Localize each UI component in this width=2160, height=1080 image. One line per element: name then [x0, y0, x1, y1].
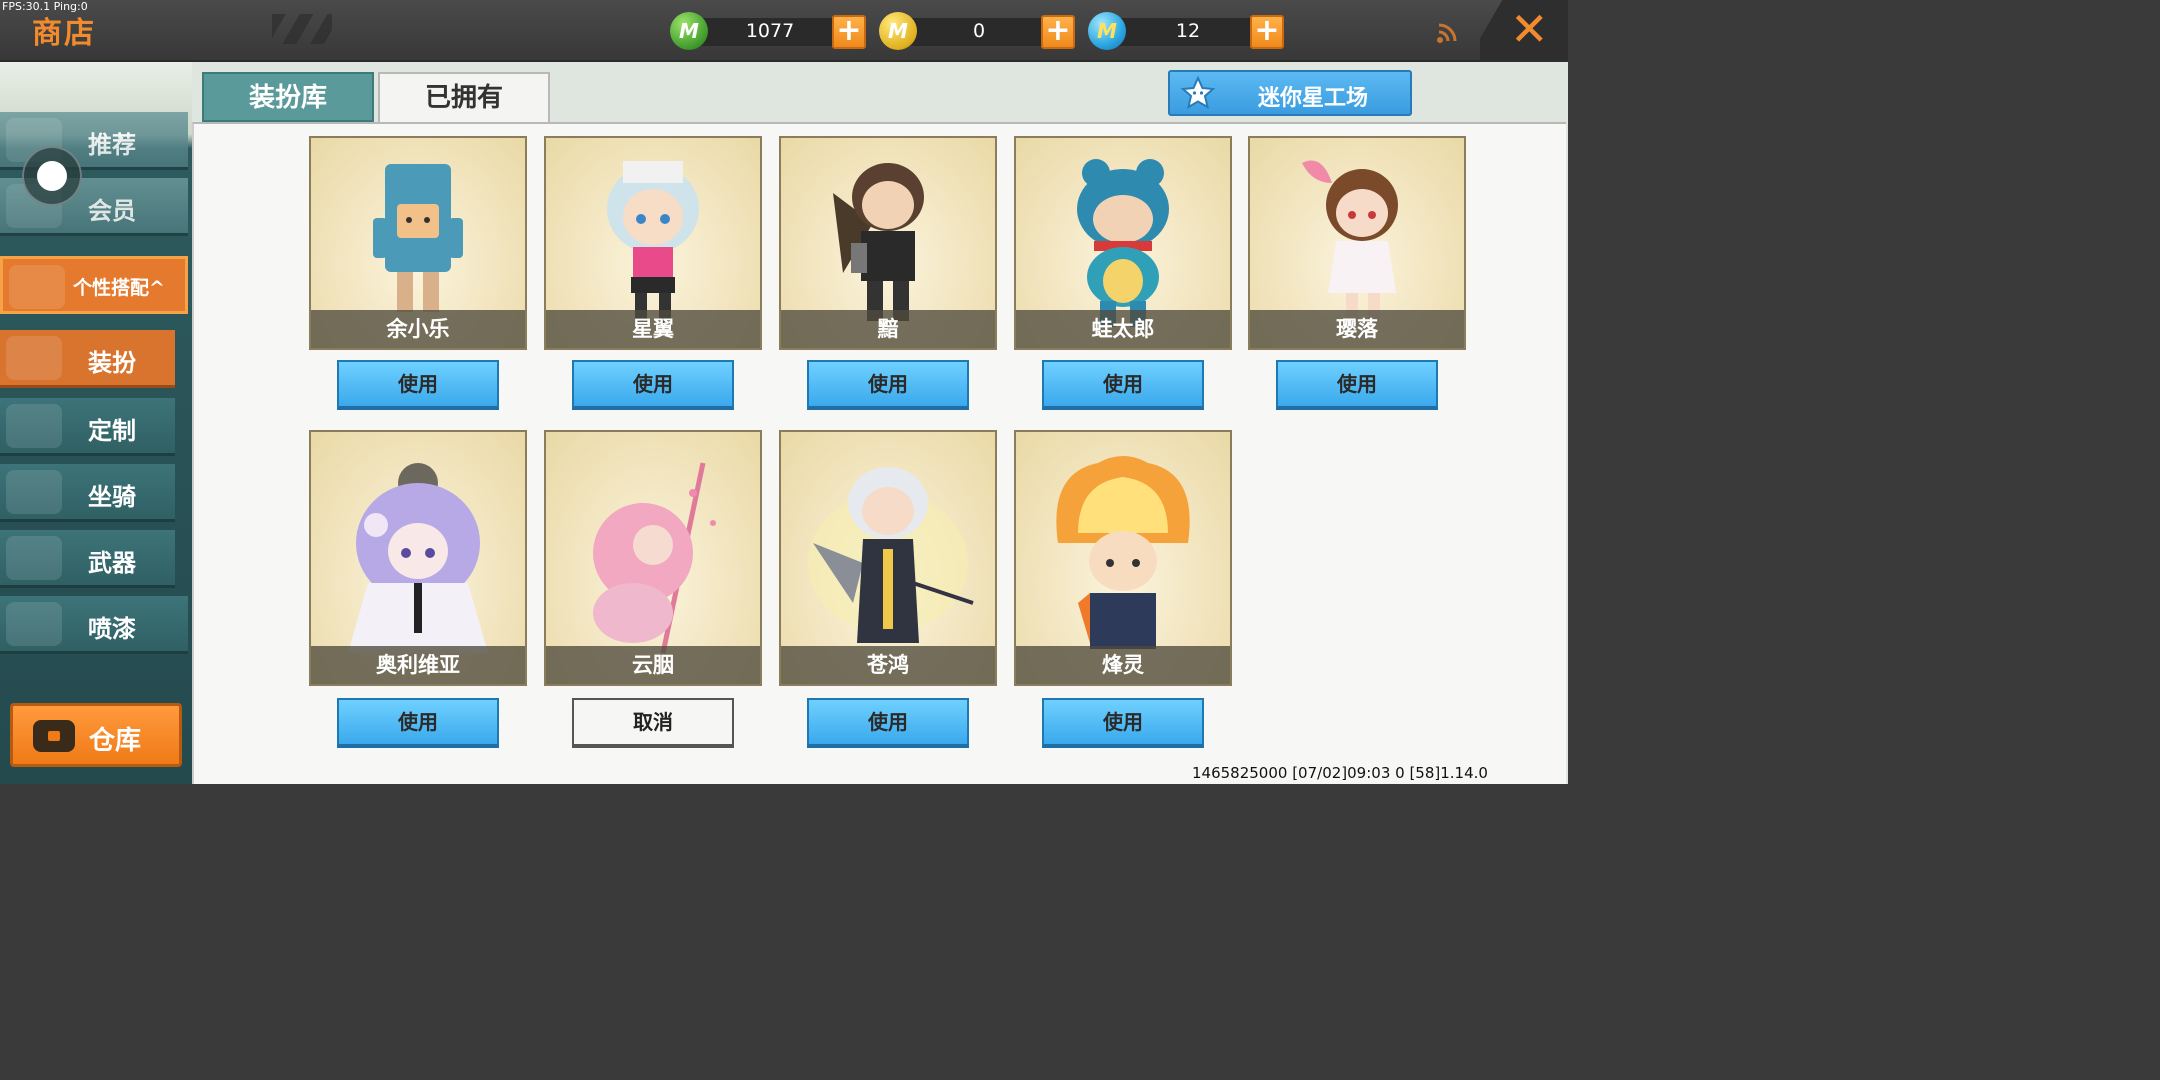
- skin-name: 璎落: [1250, 310, 1464, 348]
- sidebar-group-personal-style[interactable]: 个性搭配^: [0, 256, 188, 314]
- use-button[interactable]: 使用: [1276, 360, 1438, 410]
- sidebar-item-label: 会员: [88, 197, 136, 225]
- skin-card[interactable]: 璎落: [1248, 136, 1466, 350]
- skin-name: 蛙太郎: [1016, 310, 1230, 348]
- signal-icon: [1437, 23, 1457, 43]
- tab-owned[interactable]: 已拥有: [378, 72, 550, 124]
- mini-workshop-label: 迷你星工场: [1258, 86, 1369, 111]
- skin-name: 苍鸿: [781, 646, 995, 684]
- use-button[interactable]: 使用: [807, 360, 969, 410]
- sidebar-item-label: 武器: [88, 549, 136, 577]
- spray-can-icon: [6, 602, 62, 646]
- use-button[interactable]: 使用: [572, 360, 734, 410]
- skin-name: 余小乐: [311, 310, 525, 348]
- mini-workshop-button[interactable]: 迷你星工场: [1168, 70, 1412, 116]
- skin-name: 黯: [781, 310, 995, 348]
- skin-name: 奥利维亚: [311, 646, 525, 684]
- close-icon: ✕: [1510, 2, 1549, 56]
- add-blue-currency-button[interactable]: +: [1250, 15, 1284, 49]
- warehouse-label: 仓库: [89, 726, 142, 756]
- version-info: 1465825000 [07/02]09:03 0 [58]1.14.0: [1192, 764, 1488, 782]
- sidebar-item-label: 推荐: [88, 131, 136, 159]
- top-bar: FPS:30.1 Ping:0 商店 M 1077 + M 0 + M 12 +…: [0, 0, 1568, 62]
- sidebar-item-mount[interactable]: 坐骑: [0, 464, 175, 522]
- add-gold-currency-button[interactable]: +: [1041, 15, 1075, 49]
- add-green-currency-button[interactable]: +: [832, 15, 866, 49]
- use-button[interactable]: 使用: [807, 698, 969, 748]
- skin-card[interactable]: 蛙太郎: [1014, 136, 1232, 350]
- mount-icon: [6, 470, 62, 514]
- skin-card[interactable]: 苍鸿: [779, 430, 997, 686]
- skin-name: 烽灵: [1016, 646, 1230, 684]
- skin-card[interactable]: 云胭: [544, 430, 762, 686]
- skin-grid: 余小乐 星翼 黯 蛙太郎 璎落 使用 使用 使用 使用 使用 奥利维亚 云胭 苍…: [192, 122, 1566, 784]
- skin-card[interactable]: 奥利维亚: [309, 430, 527, 686]
- sidebar-item-weapon[interactable]: 武器: [0, 530, 175, 588]
- pencil-icon: [6, 404, 62, 448]
- sidebar-item-label: 装扮: [88, 349, 136, 377]
- use-button[interactable]: 使用: [337, 698, 499, 748]
- skin-name: 云胭: [546, 646, 760, 684]
- cancel-button[interactable]: 取消: [572, 698, 734, 748]
- sidebar-item-label: 坐骑: [88, 483, 136, 511]
- chest-icon: [33, 720, 75, 752]
- close-button[interactable]: ✕: [1480, 0, 1568, 62]
- gun-icon: [6, 536, 62, 580]
- skin-card[interactable]: 余小乐: [309, 136, 527, 350]
- sidebar-item-label: 喷漆: [88, 615, 136, 643]
- trophy-icon: [9, 265, 65, 309]
- currency-value: 0: [972, 20, 986, 42]
- use-button[interactable]: 使用: [1042, 360, 1204, 410]
- main-panel: 装扮库 已拥有 迷你星工场 余小乐 星翼 黯 蛙太郎 璎落 使用 使用 使用 使…: [192, 62, 1568, 784]
- decorative-stripes: [272, 14, 332, 44]
- skin-card[interactable]: 星翼: [544, 136, 762, 350]
- virtual-joystick-handle[interactable]: [22, 146, 82, 206]
- sidebar-item-label: 定制: [88, 417, 136, 445]
- warehouse-button[interactable]: 仓库: [10, 703, 182, 767]
- tab-costume-library[interactable]: 装扮库: [202, 72, 374, 122]
- use-button[interactable]: 使用: [1042, 698, 1204, 748]
- sidebar-item-costume[interactable]: 装扮: [0, 330, 175, 388]
- skin-name: 星翼: [546, 310, 760, 348]
- star-icon: [1178, 75, 1218, 111]
- sidebar-item-spray[interactable]: 喷漆: [0, 596, 188, 654]
- currency-value: 12: [1175, 20, 1201, 42]
- use-button[interactable]: 使用: [337, 360, 499, 410]
- sidebar-item-label: 个性搭配^: [73, 277, 165, 299]
- shirt-icon: [6, 336, 62, 380]
- sidebar-item-custom[interactable]: 定制: [0, 398, 175, 456]
- skin-card[interactable]: 烽灵: [1014, 430, 1232, 686]
- skin-card[interactable]: 黯: [779, 136, 997, 350]
- page-title: 商店: [32, 16, 96, 51]
- currency-value: 1077: [745, 20, 795, 42]
